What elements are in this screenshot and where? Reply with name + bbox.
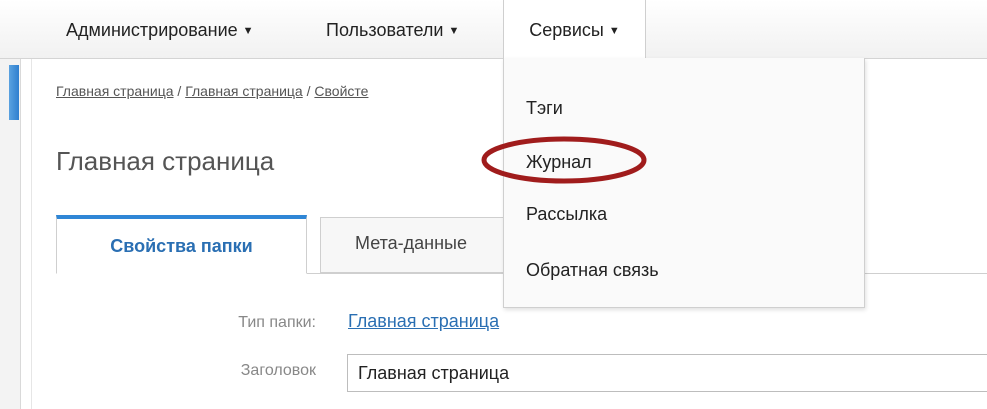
nav-menu-users[interactable]: Пользователи ▼: [326, 0, 459, 58]
menu-item-tags[interactable]: Тэги: [526, 98, 563, 119]
breadcrumb-link-home-2[interactable]: Главная страница: [185, 83, 303, 99]
nav-menu-label: Пользователи: [326, 20, 444, 40]
breadcrumb-separator: /: [302, 83, 315, 99]
tab-folder-properties[interactable]: Свойства папки: [56, 215, 307, 274]
page-title: Главная страница: [56, 146, 275, 176]
title-input[interactable]: [347, 354, 987, 392]
tab-metadata[interactable]: Мета-данные: [320, 217, 520, 273]
breadcrumb-separator: /: [173, 83, 186, 99]
caret-down-icon: ▼: [242, 25, 254, 37]
menu-item-feedback[interactable]: Обратная связь: [526, 260, 659, 281]
nav-menu-label: Администрирование: [66, 20, 238, 40]
services-dropdown-menu: Тэги Журнал Рассылка Обратная связь: [503, 58, 865, 308]
nav-menu-label: Сервисы: [529, 20, 604, 40]
menu-item-journal[interactable]: Журнал: [526, 152, 592, 173]
caret-down-icon: ▼: [608, 25, 620, 37]
top-navigation-bar: Администрирование ▼ Пользователи ▼ Сервисы…: [0, 0, 987, 59]
folder-type-link[interactable]: Главная страница: [348, 311, 499, 332]
folder-type-label: Тип папки:: [238, 314, 316, 331]
nav-menu-services[interactable]: Сервисы ▼: [503, 0, 646, 59]
menu-item-mailing[interactable]: Рассылка: [526, 204, 607, 225]
breadcrumb: Главная страница / Главная страница / Св…: [56, 83, 368, 99]
title-label: Заголовок: [240, 362, 316, 379]
sidebar-toggle-handle[interactable]: [9, 65, 19, 120]
content-divider: [31, 59, 32, 409]
breadcrumb-link-home[interactable]: Главная страница: [56, 83, 174, 99]
breadcrumb-link-properties[interactable]: Свойсте: [314, 83, 368, 99]
nav-menu-administration[interactable]: Администрирование ▼: [66, 0, 254, 58]
caret-down-icon: ▼: [448, 25, 460, 37]
